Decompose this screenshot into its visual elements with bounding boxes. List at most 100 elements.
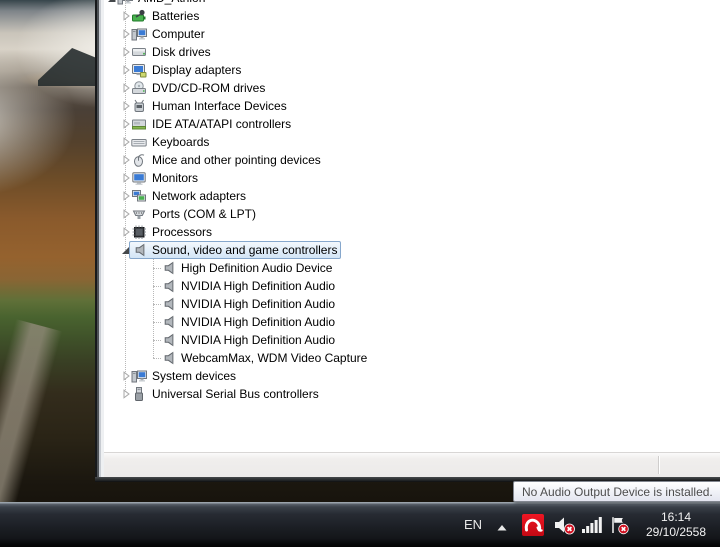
tree-item[interactable]: Display adapters — [104, 61, 720, 79]
action-center-flag-icon[interactable] — [608, 515, 630, 535]
tree-item-label: Disk drives — [152, 45, 211, 59]
tree-item-label: NVIDIA High Definition Audio — [181, 279, 336, 293]
tree-item-content[interactable]: Batteries — [129, 7, 203, 25]
tree-item-label: Network adapters — [152, 189, 247, 203]
speaker-muted-icon[interactable] — [552, 514, 576, 536]
taskbar-clock[interactable]: 16:14 29/10/2558 — [638, 509, 714, 540]
tree-item-content[interactable]: Computer — [129, 25, 209, 43]
tree-item-content[interactable]: Keyboards — [129, 133, 213, 151]
tree-item-content[interactable]: Mice and other pointing devices — [129, 151, 325, 169]
tree-item-label: Universal Serial Bus controllers — [152, 387, 319, 401]
tree-item[interactable]: High Definition Audio Device — [104, 259, 720, 277]
tree-item-content[interactable]: System devices — [129, 367, 240, 385]
system-tray: EN 16:14 29/10/2558 — [454, 502, 720, 547]
tree-item[interactable]: WebcamMax, WDM Video Capture — [104, 349, 720, 367]
display-adapter-icon — [131, 62, 147, 78]
tree-item-content[interactable]: DVD/CD-ROM drives — [129, 79, 269, 97]
tree-item-label: Keyboards — [152, 135, 210, 149]
network-signal-icon[interactable] — [582, 516, 602, 533]
tree-item[interactable]: Keyboards — [104, 133, 720, 151]
tree-item[interactable]: NVIDIA High Definition Audio — [104, 331, 720, 349]
tree-item[interactable]: Network adapters — [104, 187, 720, 205]
tree-item-content[interactable]: AMD_Athlon — [115, 0, 209, 7]
serial-port-icon — [131, 206, 147, 222]
tree-item-content[interactable]: Ports (COM & LPT) — [129, 205, 260, 223]
avira-icon[interactable] — [522, 513, 544, 536]
tree-item-content[interactable]: NVIDIA High Definition Audio — [158, 331, 339, 349]
tree-item[interactable]: NVIDIA High Definition Audio — [104, 277, 720, 295]
usb-icon — [131, 386, 147, 402]
tree-item-content[interactable]: IDE ATA/ATAPI controllers — [129, 115, 295, 133]
tree-item-content[interactable]: NVIDIA High Definition Audio — [158, 295, 339, 313]
tree-item[interactable]: Mice and other pointing devices — [104, 151, 720, 169]
tree-item[interactable]: Batteries — [104, 7, 720, 25]
tree-item-content[interactable]: Disk drives — [129, 43, 215, 61]
tree-item[interactable]: Ports (COM & LPT) — [104, 205, 720, 223]
status-bar-divider — [658, 456, 659, 474]
clock-date: 29/10/2558 — [645, 525, 707, 539]
wallpaper-mountain-ridge — [38, 48, 100, 86]
tree-item-content[interactable]: Monitors — [129, 169, 202, 187]
tree-item[interactable]: IDE ATA/ATAPI controllers — [104, 115, 720, 133]
ide-controller-icon — [131, 116, 147, 132]
tree-item-label: Human Interface Devices — [152, 99, 287, 113]
status-bar — [104, 452, 720, 477]
speaker-icon — [160, 278, 176, 294]
hid-icon — [131, 98, 147, 114]
tree-item-label: WebcamMax, WDM Video Capture — [181, 351, 368, 365]
tree-item[interactable]: NVIDIA High Definition Audio — [104, 313, 720, 331]
tree-item-content[interactable]: NVIDIA High Definition Audio — [158, 277, 339, 295]
battery-icon — [131, 8, 147, 24]
tree-item-label: NVIDIA High Definition Audio — [181, 297, 336, 311]
tree-item-label: IDE ATA/ATAPI controllers — [152, 117, 292, 131]
speaker-icon — [160, 314, 176, 330]
tree-item-label: System devices — [152, 369, 237, 383]
tree-item-label: Batteries — [152, 9, 200, 23]
tree-item-label: AMD_Athlon — [138, 0, 205, 6]
tree-item-label: Monitors — [152, 171, 199, 185]
tree-item[interactable]: Sound, video and game controllers — [104, 241, 720, 259]
tree-item-content[interactable]: Display adapters — [129, 61, 245, 79]
tree-item-label: DVD/CD-ROM drives — [152, 81, 266, 95]
tree-item-content[interactable]: NVIDIA High Definition Audio — [158, 313, 339, 331]
tree-item[interactable]: Computer — [104, 25, 720, 43]
tree-item[interactable]: Monitors — [104, 169, 720, 187]
tree-item[interactable]: System devices — [104, 367, 720, 385]
tree-item-content[interactable]: Network adapters — [129, 187, 250, 205]
tree-item-content[interactable]: Processors — [129, 223, 216, 241]
chevron-up-icon[interactable] — [496, 520, 508, 530]
tree-item-content[interactable]: High Definition Audio Device — [158, 259, 336, 277]
tree-item-label: Sound, video and game controllers — [152, 243, 338, 257]
harddrive-icon — [131, 44, 147, 60]
tree-item[interactable]: NVIDIA High Definition Audio — [104, 295, 720, 313]
device-tree: AMD_Athlon Batteries Computer Disk drives Di… — [104, 0, 720, 452]
tree-item[interactable]: Disk drives — [104, 43, 720, 61]
tree-item-label: Computer — [152, 27, 205, 41]
mouse-icon — [131, 152, 147, 168]
tree-item-label: Display adapters — [152, 63, 242, 77]
tree-item[interactable]: Human Interface Devices — [104, 97, 720, 115]
window-client-area: AMD_Athlon Batteries Computer Disk drives Di… — [104, 0, 720, 477]
clock-time: 16:14 — [660, 510, 692, 524]
tree-item[interactable]: AMD_Athlon — [104, 0, 720, 7]
taskbar: EN 16:14 29/10/2558 — [0, 502, 720, 547]
tree-item-label: NVIDIA High Definition Audio — [181, 315, 336, 329]
tree-item[interactable]: Processors — [104, 223, 720, 241]
tree-item-label: Ports (COM & LPT) — [152, 207, 257, 221]
window-border-left — [95, 0, 104, 482]
tree-item-content[interactable]: Universal Serial Bus controllers — [129, 385, 323, 403]
tree-item-content[interactable]: Human Interface Devices — [129, 97, 291, 115]
tree-item-selected[interactable]: Sound, video and game controllers — [129, 241, 342, 259]
keyboard-icon — [131, 134, 147, 150]
tree-item-label: High Definition Audio Device — [181, 261, 333, 275]
processor-icon — [131, 224, 147, 240]
tree-item-content[interactable]: WebcamMax, WDM Video Capture — [158, 349, 371, 367]
language-indicator[interactable]: EN — [454, 513, 492, 536]
wallpaper-trail — [0, 319, 63, 520]
monitor-icon — [131, 170, 147, 186]
speaker-icon — [160, 332, 176, 348]
tree-item[interactable]: Universal Serial Bus controllers — [104, 385, 720, 403]
audio-tooltip: No Audio Output Device is installed. — [513, 481, 720, 502]
speaker-icon — [160, 260, 176, 276]
tree-item[interactable]: DVD/CD-ROM drives — [104, 79, 720, 97]
